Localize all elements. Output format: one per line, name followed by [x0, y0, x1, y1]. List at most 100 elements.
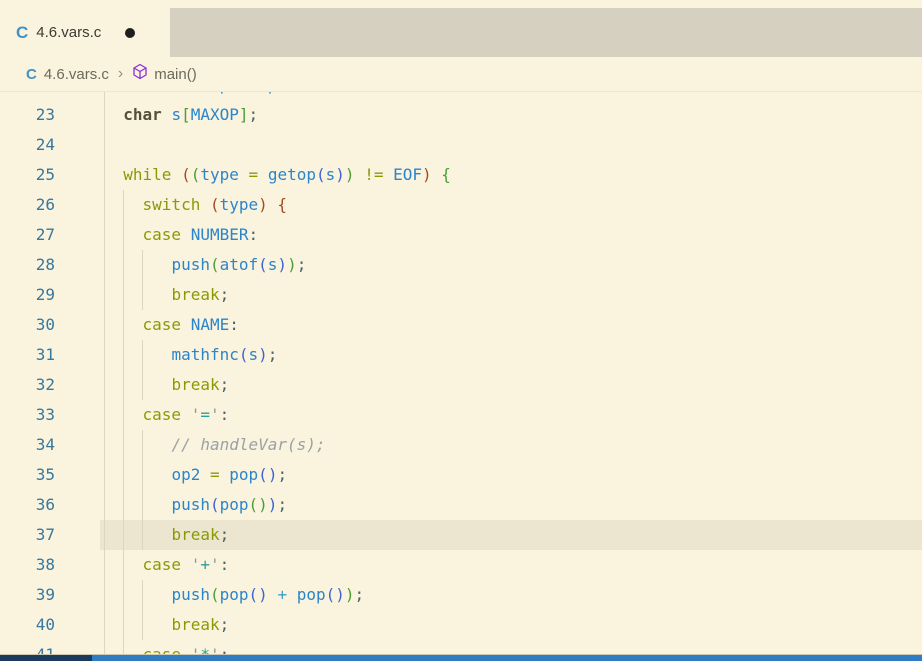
- code-line[interactable]: 40 break;: [0, 610, 922, 640]
- indent-guide: [104, 130, 105, 160]
- line-number[interactable]: 27: [0, 220, 55, 250]
- indent-guide: [123, 310, 124, 340]
- indent-guide: [123, 370, 124, 400]
- indent-guide: [142, 610, 143, 640]
- code-line-text: break;: [104, 520, 229, 550]
- code-line-text: while ((type = getop(s)) != EOF) {: [104, 160, 451, 190]
- indent-guide: [142, 580, 143, 610]
- code-line-text: case NUMBER:: [104, 220, 258, 250]
- code-line[interactable]: 32 break;: [0, 370, 922, 400]
- code-line[interactable]: 30 case NAME:: [0, 310, 922, 340]
- code-line[interactable]: 39 push(pop() + pop());: [0, 580, 922, 610]
- indent-guide: [123, 490, 124, 520]
- line-number[interactable]: 24: [0, 130, 55, 160]
- code-line[interactable]: 28 push(atof(s));: [0, 250, 922, 280]
- line-number[interactable]: 33: [0, 400, 55, 430]
- code-line[interactable]: 36 push(pop());: [0, 490, 922, 520]
- symbol-method-icon: [132, 63, 148, 85]
- line-number[interactable]: 37: [0, 520, 55, 550]
- indent-guide: [104, 610, 105, 640]
- partial-line-top: double op1, op2;: [0, 92, 922, 100]
- code-line-text: push(pop() + pop());: [104, 580, 364, 610]
- code-editor[interactable]: double op1, op2; 23 char s[MAXOP];2425 w…: [0, 92, 922, 655]
- code-line-text: op2 = pop();: [104, 460, 287, 490]
- code-line-text: break;: [104, 610, 229, 640]
- line-number[interactable]: 31: [0, 340, 55, 370]
- line-number[interactable]: 28: [0, 250, 55, 280]
- breadcrumb: C 4.6.vars.c › main(): [0, 57, 922, 92]
- code-line[interactable]: 34 // handleVar(s);: [0, 430, 922, 460]
- indent-guide: [142, 280, 143, 310]
- status-bar-sliver: [0, 654, 922, 661]
- chevron-right-icon: ›: [118, 65, 123, 83]
- code-line-text: char s[MAXOP];: [104, 100, 258, 130]
- code-line[interactable]: 27 case NUMBER:: [0, 220, 922, 250]
- code-line[interactable]: 31 mathfnc(s);: [0, 340, 922, 370]
- indent-guide: [104, 92, 105, 100]
- code-line-text: switch (type) {: [104, 190, 287, 220]
- code-line[interactable]: 29 break;: [0, 280, 922, 310]
- line-number[interactable]: 40: [0, 610, 55, 640]
- indent-guide: [104, 280, 105, 310]
- line-number[interactable]: 29: [0, 280, 55, 310]
- tab-file[interactable]: C 4.6.vars.c: [0, 8, 170, 57]
- line-number[interactable]: 25: [0, 160, 55, 190]
- code-lines: 23 char s[MAXOP];2425 while ((type = get…: [0, 100, 922, 655]
- line-number[interactable]: 26: [0, 190, 55, 220]
- indent-guide: [123, 610, 124, 640]
- breadcrumb-symbol[interactable]: main(): [154, 66, 197, 83]
- code-line-text: push(pop());: [104, 490, 287, 520]
- indent-guide: [142, 520, 143, 550]
- line-number[interactable]: 30: [0, 310, 55, 340]
- c-file-icon: C: [26, 66, 37, 83]
- indent-guide: [104, 640, 105, 655]
- indent-guide: [123, 190, 124, 220]
- line-number[interactable]: 35: [0, 460, 55, 490]
- code-line[interactable]: 26 switch (type) {: [0, 190, 922, 220]
- c-file-icon: C: [16, 23, 28, 43]
- code-line[interactable]: 25 while ((type = getop(s)) != EOF) {: [0, 160, 922, 190]
- indent-guide: [123, 520, 124, 550]
- code-line[interactable]: 41 case '*':: [0, 640, 922, 655]
- indent-guide: [104, 520, 105, 550]
- status-bar-blue-segment: [92, 655, 922, 661]
- indent-guide: [123, 580, 124, 610]
- indent-guide: [142, 460, 143, 490]
- indent-guide: [123, 340, 124, 370]
- indent-guide: [142, 250, 143, 280]
- line-number[interactable]: 38: [0, 550, 55, 580]
- indent-guide: [104, 580, 105, 610]
- indent-guide: [104, 310, 105, 340]
- code-line-text: push(atof(s));: [104, 250, 306, 280]
- line-number[interactable]: 32: [0, 370, 55, 400]
- code-line[interactable]: 33 case '=':: [0, 400, 922, 430]
- indent-guide: [104, 340, 105, 370]
- code-line[interactable]: 35 op2 = pop();: [0, 460, 922, 490]
- code-line[interactable]: 24: [0, 130, 922, 160]
- code-line-text: case '+':: [104, 550, 229, 580]
- indent-guide: [123, 280, 124, 310]
- indent-guide: [142, 430, 143, 460]
- line-number[interactable]: 41: [0, 640, 55, 655]
- code-line[interactable]: 38 case '+':: [0, 550, 922, 580]
- indent-guide: [123, 640, 124, 655]
- breadcrumb-file[interactable]: 4.6.vars.c: [44, 66, 109, 83]
- line-number[interactable]: 23: [0, 100, 55, 130]
- code-line[interactable]: double op1, op2;: [0, 92, 922, 100]
- code-line-text: case NAME:: [104, 310, 239, 340]
- indent-guide: [104, 490, 105, 520]
- indent-guide: [123, 250, 124, 280]
- indent-guide: [104, 460, 105, 490]
- code-line[interactable]: 37 break;: [0, 520, 922, 550]
- line-number[interactable]: 34: [0, 430, 55, 460]
- tab-label: 4.6.vars.c: [36, 24, 101, 41]
- indent-guide: [123, 400, 124, 430]
- line-number[interactable]: 36: [0, 490, 55, 520]
- modified-dot-icon[interactable]: [125, 28, 135, 38]
- indent-guide: [142, 370, 143, 400]
- indent-guide: [104, 250, 105, 280]
- indent-guide: [142, 490, 143, 520]
- line-number[interactable]: 39: [0, 580, 55, 610]
- code-line[interactable]: 23 char s[MAXOP];: [0, 100, 922, 130]
- code-line-text: break;: [104, 280, 229, 310]
